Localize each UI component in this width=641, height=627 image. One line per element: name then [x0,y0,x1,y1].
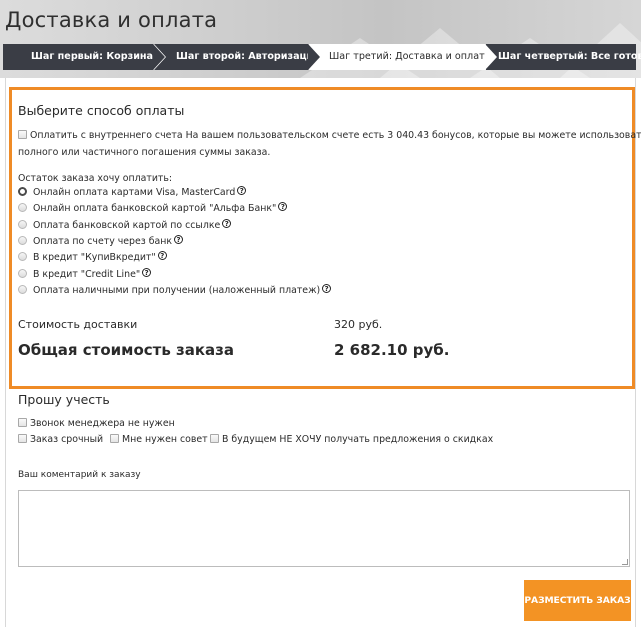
payment-option-radio[interactable] [18,285,27,294]
no-offers-label: В будущем НЕ ХОЧУ получать предложения о… [221,434,494,445]
payment-option[interactable]: В кредит "Credit Line"? [33,268,152,280]
bonus-label: Оплатить с внутреннего счета На вашем по… [29,130,641,141]
step-done[interactable]: Шаг четвертый: Все готово! [486,44,641,70]
payment-option-label: Онлайн оплата банковской картой "Альфа Б… [33,203,277,214]
advice-checkbox[interactable] [110,434,119,443]
help-icon[interactable]: ? [157,251,167,260]
help-icon[interactable]: ? [142,268,152,277]
urgent-checkbox[interactable] [18,434,27,443]
urgent-row: Заказ срочный [18,434,103,445]
step-authorization[interactable]: Шаг второй: Авторизация [154,44,321,70]
payment-option-label: Оплата по счету через банк [33,236,173,247]
delivery-cost-value: 320 руб. [334,318,383,331]
help-icon[interactable]: ? [278,202,288,211]
payment-option[interactable]: В кредит "КупиВкредит"? [33,251,167,263]
payment-option[interactable]: Оплата по счету через банк? [33,235,184,247]
checkout-steps: Шаг первый: Корзина Шаг второй: Авториза… [3,44,641,70]
payment-option-label: В кредит "Credit Line" [33,269,141,280]
step-cart[interactable]: Шаг первый: Корзина [3,44,166,70]
step-delivery-payment[interactable]: Шаг третий: Доставка и оплата [309,44,497,70]
step-label: Шаг второй: Авторизация [176,51,320,62]
resize-grip-icon[interactable] [622,559,628,565]
help-icon[interactable]: ? [222,219,232,228]
requests-title: Прошу учесть [18,392,110,407]
order-total-label: Общая стоимость заказа [18,341,235,359]
payment-option[interactable]: Оплата банковской картой по ссылке? [33,219,232,231]
bonus-checkbox[interactable] [18,130,27,139]
help-icon[interactable]: ? [322,284,332,293]
urgent-label: Заказ срочный [29,434,104,445]
remaining-label: Остаток заказа хочу оплатить: [18,173,173,184]
advice-label: Мне нужен совет [121,434,208,445]
payment-option-label: Онлайн оплата картами Visa, MasterCard [33,187,236,198]
bonus-row: Оплатить с внутреннего счета На вашем по… [18,130,641,141]
page-title: Доставка и оплата [5,8,218,32]
payment-option-label: Оплата наличными при получении (наложенн… [33,285,321,296]
payment-option-label: В кредит "КупиВкредит" [33,252,156,263]
step-label: Шаг третий: Доставка и оплата [329,51,491,62]
no-call-checkbox[interactable] [18,418,27,427]
payment-option-label: Оплата банковской картой по ссылке [33,220,221,231]
payment-option-radio[interactable] [18,203,27,212]
payment-option[interactable]: Онлайн оплата картами Visa, MasterCard? [33,186,247,198]
payment-option-radio[interactable] [18,220,27,229]
step-label: Шаг четвертый: Все готово! [498,51,641,62]
no-call-row: Звонок менеджера не нужен [18,418,175,429]
payment-option-radio[interactable] [18,236,27,245]
bonus-label-cont: полного или частичного погашения суммы з… [18,147,271,158]
order-total-value: 2 682.10 руб. [334,341,450,359]
no-call-label: Звонок менеджера не нужен [29,418,175,429]
payment-option-radio[interactable] [18,187,27,196]
step-label: Шаг первый: Корзина [31,51,154,62]
place-order-button[interactable]: РАЗМЕСТИТЬ ЗАКАЗ [524,580,631,621]
comment-textarea[interactable] [18,490,630,567]
no-offers-row: В будущем НЕ ХОЧУ получать предложения о… [210,434,493,445]
delivery-cost-label: Стоимость доставки [18,318,138,331]
payment-option-radio[interactable] [18,269,27,278]
payment-option-radio[interactable] [18,252,27,261]
advice-row: Мне нужен совет [110,434,208,445]
payment-title: Выберите способ оплаты [18,103,185,118]
payment-option[interactable]: Онлайн оплата банковской картой "Альфа Б… [33,202,288,214]
no-offers-checkbox[interactable] [210,434,219,443]
help-icon[interactable]: ? [237,186,247,195]
comment-label: Ваш коментарий к заказу [18,470,141,480]
help-icon[interactable]: ? [174,235,184,244]
payment-option[interactable]: Оплата наличными при получении (наложенн… [33,284,332,296]
